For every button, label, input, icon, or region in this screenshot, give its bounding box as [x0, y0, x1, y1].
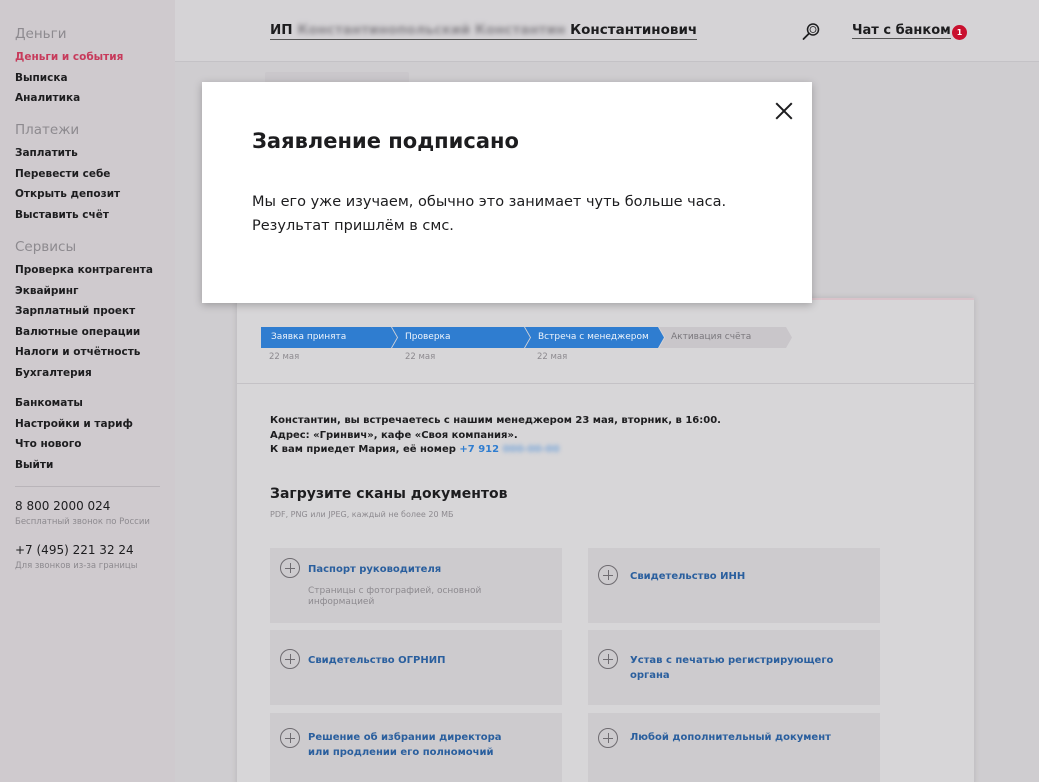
sidebar-section-money: Деньги Деньги и события Выписка Аналитик… — [15, 26, 175, 104]
doc-title: Устав с печатью регистрирующего органа — [630, 655, 834, 681]
sidebar-item-taxes[interactable]: Налоги и отчётность — [15, 346, 175, 358]
sidebar-section-services: Сервисы Проверка контрагента Эквайринг З… — [15, 239, 175, 379]
sidebar-item-money-events[interactable]: Деньги и события — [15, 51, 175, 63]
doc-upload-inn[interactable]: Свидетельство ИНН — [588, 548, 880, 623]
step-date: 22 мая — [405, 352, 436, 362]
company-name[interactable]: ИП Константинопольский Константин Конста… — [270, 22, 698, 40]
sidebar-section-title: Деньги — [15, 26, 67, 42]
search-icon[interactable] — [801, 22, 821, 42]
sidebar-item-issue-invoice[interactable]: Выставить счёт — [15, 209, 175, 221]
company-prefix: ИП — [270, 22, 293, 38]
onboarding-card: Заявка принята Проверка Встреча с менедж… — [237, 298, 974, 782]
sidebar-extra: Банкоматы Настройки и тариф Что нового В… — [15, 397, 175, 471]
manager-phone-visible: +7 912 — [459, 444, 500, 455]
doc-upload-ogrnip[interactable]: Свидетельство ОГРНИП — [270, 630, 562, 705]
plus-icon — [598, 728, 618, 748]
step-date: 22 мая — [269, 352, 300, 362]
step-application-accepted: Заявка принята — [271, 332, 347, 342]
sidebar-item-statement[interactable]: Выписка — [15, 72, 175, 84]
doc-upload-additional[interactable]: Любой дополнительный документ — [588, 713, 880, 782]
sidebar-item-settings[interactable]: Настройки и тариф — [15, 418, 175, 430]
meeting-line-2: Адрес: «Гринвич», кафе «Своя компания». — [270, 429, 518, 441]
progress-steps: Заявка принята Проверка Встреча с менедж… — [261, 327, 821, 349]
doc-note: Страницы с фотографией, основной информа… — [308, 586, 482, 607]
sidebar-divider — [15, 485, 160, 487]
signed-modal: Заявление подписано Мы его уже изучаем, … — [202, 82, 812, 303]
card-divider — [237, 383, 974, 384]
doc-title: Решение об избрании директора или продле… — [308, 732, 502, 758]
step-check: Проверка — [405, 332, 451, 342]
sidebar-item-atms[interactable]: Банкоматы — [15, 397, 175, 409]
step-date: 22 мая — [537, 352, 568, 362]
meeting-line-1: Константин, вы встречаетесь с нашим мене… — [270, 415, 721, 426]
sidebar-section-title: Платежи — [15, 122, 80, 139]
upload-subtitle: PDF, PNG или JPEG, каждый не более 20 МБ — [270, 510, 454, 519]
doc-title: Свидетельство ОГРНИП — [308, 655, 446, 666]
company-suffix: Константинович — [570, 22, 698, 38]
sidebar-item-whats-new[interactable]: Что нового — [15, 438, 175, 450]
header: ИП Константинопольский Константин Конста… — [175, 0, 1039, 62]
chat-with-bank-link[interactable]: Чат с банком — [852, 23, 951, 39]
sidebar-item-currency[interactable]: Валютные операции — [15, 326, 175, 338]
sidebar-item-counterparty-check[interactable]: Проверка контрагента — [15, 264, 175, 276]
step-account-activation: Активация счёта — [671, 332, 752, 342]
sidebar-item-logout[interactable]: Выйти — [15, 459, 175, 471]
doc-upload-director-decision[interactable]: Решение об избрании директора или продле… — [270, 713, 562, 782]
sidebar-section-payments: Платежи Заплатить Перевести себе Открыть… — [15, 122, 175, 221]
doc-title: Любой дополнительный документ — [630, 732, 831, 743]
phone-abroad-note: Для звонков из-за границы — [15, 560, 138, 571]
meeting-line-3-text: К вам приедет Мария, её номер — [270, 444, 456, 455]
meeting-info: Константин, вы встречаетесь с нашим мене… — [270, 414, 721, 458]
sidebar-item-accounting[interactable]: Бухгалтерия — [15, 367, 175, 379]
doc-title: Паспорт руководителя — [308, 564, 442, 575]
sidebar-item-payroll[interactable]: Зарплатный проект — [15, 305, 175, 317]
modal-title: Заявление подписано — [252, 129, 519, 153]
phone-russia-note: Бесплатный звонок по России — [15, 516, 150, 527]
plus-icon — [280, 558, 300, 578]
plus-icon — [280, 728, 300, 748]
modal-text: Мы его уже изучаем, обычно это занимает … — [252, 194, 727, 234]
sidebar-item-pay[interactable]: Заплатить — [15, 147, 175, 159]
chat-unread-badge: 1 — [952, 25, 967, 40]
sidebar-item-acquiring[interactable]: Эквайринг — [15, 285, 175, 297]
manager-phone-link[interactable]: +7 912 000-00-00 — [459, 444, 559, 455]
upload-title: Загрузите сканы документов — [270, 486, 508, 502]
sidebar-section-title: Сервисы — [15, 238, 77, 255]
plus-icon — [598, 565, 618, 585]
doc-title: Свидетельство ИНН — [630, 571, 746, 582]
step-manager-meeting: Встреча с менеджером — [538, 332, 649, 342]
phone-russia[interactable]: 8 800 2000 024 — [15, 499, 175, 513]
plus-icon — [280, 649, 300, 669]
close-icon[interactable] — [773, 100, 795, 122]
manager-phone-hidden: 000-00-00 — [502, 444, 560, 455]
phone-abroad[interactable]: +7 (495) 221 32 24 — [15, 543, 175, 557]
doc-upload-charter[interactable]: Устав с печатью регистрирующего органа — [588, 630, 880, 705]
plus-icon — [598, 649, 618, 669]
meeting-line-3: К вам приедет Мария, её номер +7 912 000… — [270, 443, 721, 458]
sidebar-item-analytics[interactable]: Аналитика — [15, 92, 175, 104]
sidebar-item-transfer-self[interactable]: Перевести себе — [15, 168, 175, 180]
sidebar-item-open-deposit[interactable]: Открыть депозит — [15, 188, 175, 200]
doc-upload-passport[interactable]: Паспорт руководителя Страницы с фотограф… — [270, 548, 562, 623]
company-name-hidden: Константинопольский Константин — [297, 22, 566, 38]
sidebar: Деньги Деньги и события Выписка Аналитик… — [0, 0, 175, 782]
